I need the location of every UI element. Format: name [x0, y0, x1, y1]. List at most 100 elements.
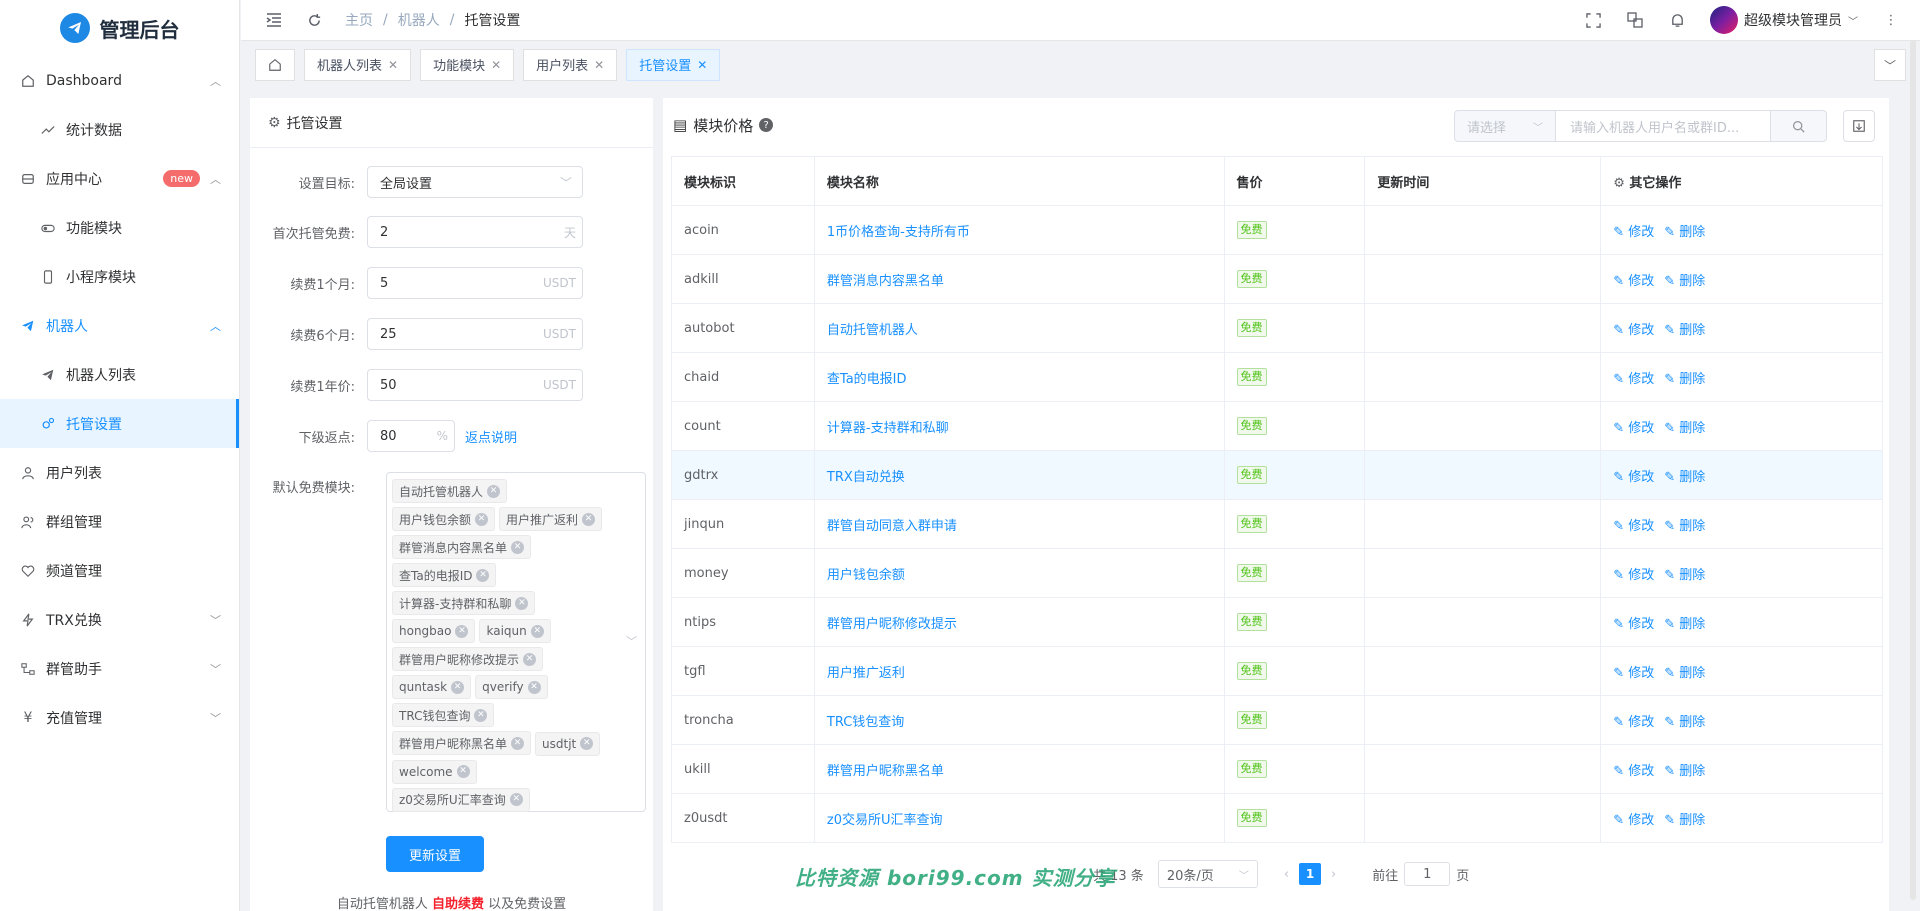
edit-button[interactable]: ✎ 修改	[1613, 764, 1654, 779]
delete-button[interactable]: ✎ 删除	[1664, 764, 1705, 779]
close-icon[interactable]: ✕	[487, 484, 501, 498]
page-size-select[interactable]: 20条/页 ﹀	[1157, 860, 1258, 888]
help-icon[interactable]: ?	[759, 118, 774, 132]
delete-button[interactable]: ✎ 删除	[1664, 813, 1705, 828]
col-module-name[interactable]: 模块名称	[813, 156, 1225, 206]
breadcrumb-home[interactable]: 主页	[345, 10, 373, 30]
bell-icon[interactable]	[1668, 11, 1686, 29]
edit-button[interactable]: ✎ 修改	[1613, 274, 1654, 289]
sidebar-item-robot[interactable]: 机器人 ︿	[0, 301, 239, 350]
edit-button[interactable]: ✎ 修改	[1613, 323, 1654, 338]
edit-button[interactable]: ✎ 修改	[1613, 568, 1654, 583]
edit-button[interactable]: ✎ 修改	[1613, 225, 1654, 240]
col-price[interactable]: 售价	[1223, 156, 1366, 206]
edit-button[interactable]: ✎ 修改	[1613, 617, 1654, 632]
table-row[interactable]: z0usdt z0交易所U汇率查询 免费 ✎ 修改 ✎ 删除	[671, 793, 1883, 843]
table-row[interactable]: tgfl 用户推广返利 免费 ✎ 修改 ✎ 删除	[671, 646, 1883, 696]
sidebar-item-robot-list[interactable]: 机器人列表	[0, 350, 239, 399]
delete-button[interactable]: ✎ 删除	[1664, 666, 1705, 681]
sidebar-item-miniprogram[interactable]: 小程序模块	[0, 252, 239, 301]
user-menu[interactable]: 超级模块管理员 ﹀	[1710, 6, 1858, 34]
close-icon[interactable]: ✕	[455, 624, 469, 638]
rebate-help-link[interactable]: 返点说明	[465, 427, 517, 446]
table-row[interactable]: troncha TRC钱包查询 免费 ✎ 修改 ✎ 删除	[671, 695, 1883, 745]
delete-button[interactable]: ✎ 删除	[1664, 372, 1705, 387]
delete-button[interactable]: ✎ 删除	[1664, 421, 1705, 436]
close-icon[interactable]: ✕	[451, 680, 465, 694]
close-icon[interactable]: ✕	[475, 512, 489, 526]
delete-button[interactable]: ✎ 删除	[1664, 323, 1705, 338]
close-icon[interactable]: ✕	[527, 680, 541, 694]
breadcrumb-robot[interactable]: 机器人	[398, 10, 440, 30]
rebate-input[interactable]: 80 %	[367, 420, 455, 452]
close-icon[interactable]: ✕	[509, 793, 523, 806]
edit-button[interactable]: ✎ 修改	[1613, 715, 1654, 730]
delete-button[interactable]: ✎ 删除	[1664, 715, 1705, 730]
sidebar-item-channel-management[interactable]: 频道管理	[0, 546, 239, 595]
goto-page-input[interactable]: 1	[1404, 862, 1451, 886]
delete-button[interactable]: ✎ 删除	[1664, 470, 1705, 485]
search-input[interactable]: 请输入机器人用户名或群ID...	[1556, 110, 1771, 142]
chevron-down-icon[interactable]: ﹀	[1874, 49, 1906, 81]
table-row[interactable]: adkill 群管消息内容黑名单 免费 ✎ 修改 ✎ 删除	[671, 254, 1883, 304]
edit-button[interactable]: ✎ 修改	[1613, 519, 1654, 534]
tag-robot-list[interactable]: 机器人列表 ✕	[304, 48, 412, 81]
close-icon[interactable]: ✕	[515, 596, 529, 610]
more-vertical-icon[interactable]: ⋮	[1882, 11, 1900, 29]
edit-button[interactable]: ✎ 修改	[1613, 372, 1654, 387]
refresh-icon[interactable]	[305, 11, 323, 29]
sidebar-item-user-list[interactable]: 用户列表	[0, 448, 239, 497]
close-icon[interactable]: ✕	[388, 58, 398, 72]
fullscreen-icon[interactable]	[1584, 11, 1602, 29]
close-icon[interactable]: ✕	[511, 540, 525, 554]
table-row[interactable]: acoin 1币价格查询-支持所有币 免费 ✎ 修改 ✎ 删除	[671, 205, 1883, 255]
delete-button[interactable]: ✎ 删除	[1664, 568, 1705, 583]
delete-button[interactable]: ✎ 删除	[1664, 225, 1705, 240]
update-settings-button[interactable]: 更新设置	[386, 836, 484, 872]
sidebar-item-stats[interactable]: 统计数据	[0, 105, 239, 154]
close-icon[interactable]: ✕	[474, 708, 488, 722]
close-icon[interactable]: ✕	[491, 58, 501, 72]
renew-1m-input[interactable]: 5 USDT	[367, 267, 583, 299]
table-row[interactable]: jinqun 群管自动同意入群申请 免费 ✎ 修改 ✎ 删除	[671, 499, 1883, 549]
sidebar-item-group-assistant[interactable]: 群管助手 ﹀	[0, 644, 239, 693]
table-row[interactable]: gdtrx TRX自动兑换 免费 ✎ 修改 ✎ 删除	[671, 450, 1883, 500]
close-icon[interactable]: ✕	[456, 765, 470, 778]
filter-select[interactable]: 请选择 ﹀	[1454, 110, 1556, 142]
tag-function-module[interactable]: 功能模块 ✕	[420, 48, 515, 81]
renew-6m-input[interactable]: 25 USDT	[367, 318, 583, 350]
col-update-time[interactable]: 更新时间	[1364, 156, 1602, 206]
edit-button[interactable]: ✎ 修改	[1613, 421, 1654, 436]
delete-button[interactable]: ✎ 删除	[1664, 617, 1705, 632]
table-row[interactable]: autobot 自动托管机器人 免费 ✎ 修改 ✎ 删除	[671, 303, 1883, 353]
table-row[interactable]: chaid 查Ta的电报ID 免费 ✎ 修改 ✎ 删除	[671, 352, 1883, 402]
close-icon[interactable]: ✕	[530, 624, 544, 638]
page-number-current[interactable]: 1	[1299, 863, 1322, 885]
renew-1y-input[interactable]: 50 USDT	[367, 369, 583, 401]
target-select[interactable]: 全局设置 ﹀	[367, 166, 583, 198]
menu-fold-icon[interactable]	[265, 11, 283, 29]
table-row[interactable]: ntips 群管用户昵称修改提示 免费 ✎ 修改 ✎ 删除	[671, 597, 1883, 647]
edit-button[interactable]: ✎ 修改	[1613, 813, 1654, 828]
search-icon[interactable]	[1771, 110, 1827, 142]
close-icon[interactable]: ✕	[511, 736, 525, 750]
close-icon[interactable]: ✕	[476, 568, 490, 582]
close-icon[interactable]: ✕	[594, 58, 604, 72]
sidebar-item-hosting-settings[interactable]: 托管设置	[0, 399, 239, 448]
sidebar-item-group-management[interactable]: 群组管理	[0, 497, 239, 546]
delete-button[interactable]: ✎ 删除	[1664, 519, 1705, 534]
next-page-icon[interactable]: ›	[1331, 867, 1336, 882]
close-icon[interactable]: ✕	[582, 512, 596, 526]
sidebar-item-app-center[interactable]: 应用中心 new ︿	[0, 154, 239, 203]
sidebar-item-trx-exchange[interactable]: TRX兑换 ﹀	[0, 595, 239, 644]
export-icon[interactable]	[1843, 110, 1875, 142]
page-scrollbar[interactable]	[1910, 40, 1916, 900]
table-row[interactable]: count 计算器-支持群和私聊 免费 ✎ 修改 ✎ 删除	[671, 401, 1883, 451]
tag-user-list[interactable]: 用户列表 ✕	[523, 48, 618, 81]
tag-home[interactable]	[255, 48, 295, 81]
sidebar-item-recharge[interactable]: ¥ 充值管理 ﹀	[0, 693, 239, 742]
edit-button[interactable]: ✎ 修改	[1613, 470, 1654, 485]
table-row[interactable]: ukill 群管用户昵称黑名单 免费 ✎ 修改 ✎ 删除	[671, 744, 1883, 794]
delete-button[interactable]: ✎ 删除	[1664, 274, 1705, 289]
close-icon[interactable]: ✕	[523, 652, 537, 666]
